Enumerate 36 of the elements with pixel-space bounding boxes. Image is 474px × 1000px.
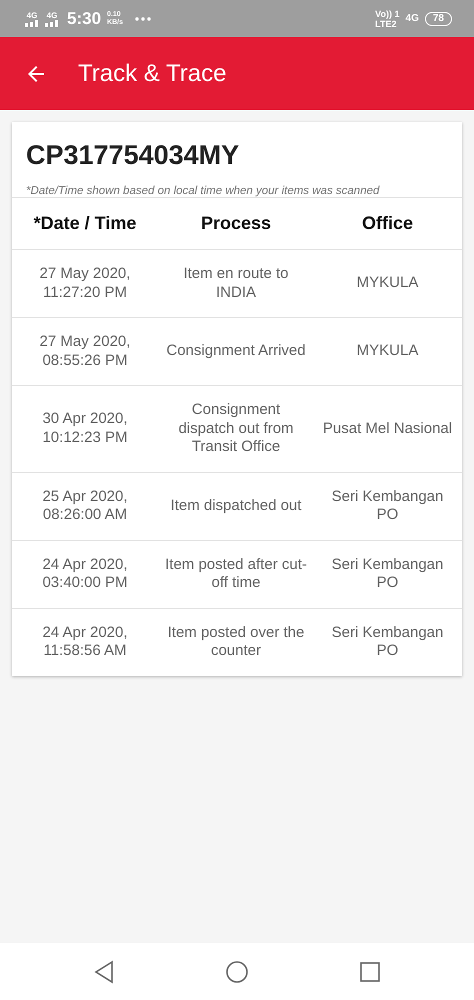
signal-icon	[25, 20, 39, 26]
network-label: 4G	[26, 10, 38, 20]
table-cell-text: Item en route to INDIA	[182, 265, 290, 302]
table-cell-text: Item posted after cut-off time	[164, 556, 308, 592]
table-cell-text: Seri Kembangan PO	[330, 624, 444, 660]
column-header: Office	[360, 213, 414, 234]
table-cell-text: MYKULA	[356, 342, 420, 361]
table-cell-text: Item posted over the counter	[166, 624, 306, 660]
network-label: 4G	[46, 10, 58, 20]
table-cell-text: 27 May 2020, 08:55:26 PM	[38, 333, 132, 370]
home-icon[interactable]	[225, 960, 249, 984]
table-cell-text: Consignment dispatch out from Transit Office	[177, 401, 295, 456]
recents-icon[interactable]	[359, 960, 381, 982]
volte-indicator: Vo)) 1 LTE2	[375, 8, 400, 28]
back-nav-icon[interactable]	[93, 960, 115, 984]
table-cell-text: 25 Apr 2020, 08:26:00 AM	[41, 488, 129, 524]
table-cell-text: Seri Kembangan PO	[330, 556, 444, 592]
tracking-number: CP317754034MY	[25, 139, 240, 171]
table-cell-text: 30 Apr 2020, 10:12:23 PM	[41, 410, 129, 448]
signal-icon	[45, 20, 59, 26]
table-cell-text: Pusat Mel Nasional	[322, 420, 454, 438]
column-header: Process	[200, 213, 272, 234]
table-cell-text: 24 Apr 2020, 03:40:00 PM	[41, 556, 129, 592]
more-icon	[134, 16, 151, 20]
clock: 5:30	[67, 8, 102, 28]
network-label: 4G	[406, 13, 419, 24]
table-cell-text: Consignment Arrived	[165, 342, 307, 361]
table-cell-text: 24 Apr 2020, 11:58:56 AM	[41, 624, 129, 660]
table-cell-text: Seri Kembangan PO	[330, 488, 444, 524]
table-cell-text: MYKULA	[356, 274, 420, 293]
page-title: Track & Trace	[78, 60, 226, 88]
column-header: *Date / Time	[32, 213, 138, 234]
table-cell-text: 27 May 2020, 11:27:20 PM	[38, 265, 132, 302]
time-note: *Date/Time shown based on local time when your items was scanned	[25, 184, 381, 197]
battery-indicator: 78	[424, 12, 452, 26]
table-cell-text: Item dispatched out	[170, 496, 302, 516]
